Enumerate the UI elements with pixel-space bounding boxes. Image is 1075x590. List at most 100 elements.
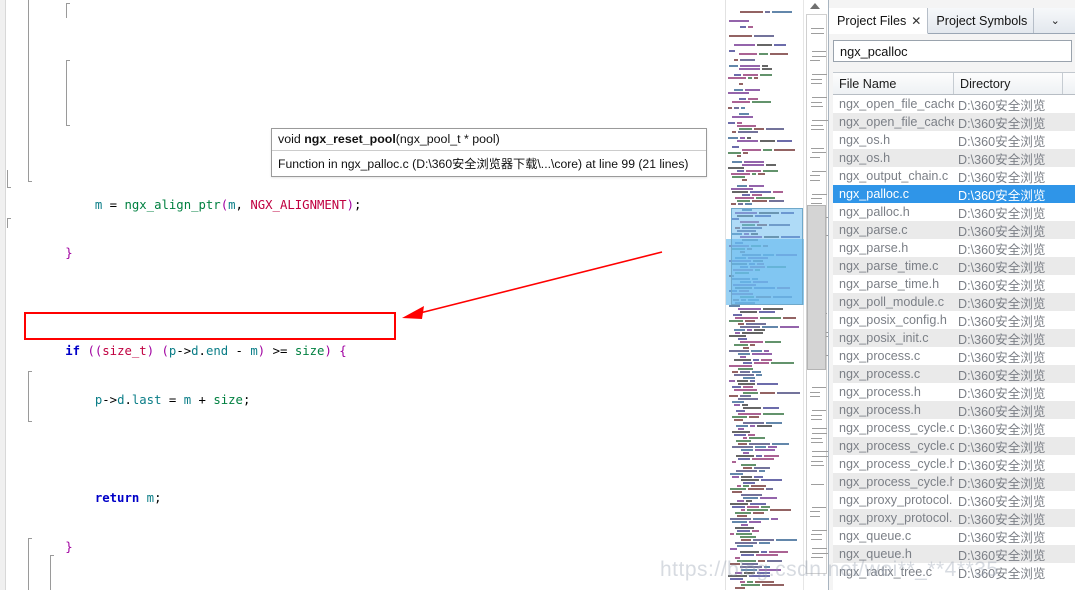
- table-row[interactable]: ngx_open_file_cache D:\360安全浏览: [833, 95, 1075, 113]
- minimap-code-line: [743, 437, 747, 439]
- directory-cell: D:\360安全浏览: [958, 440, 1046, 455]
- minimap-code-line: [734, 434, 746, 436]
- table-row[interactable]: ngx_process.h D:\360安全浏览: [833, 401, 1075, 419]
- table-row[interactable]: ngx_queue.h D:\360安全浏览: [833, 545, 1075, 563]
- table-row[interactable]: ngx_proxy_protocol. D:\360安全浏览: [833, 509, 1075, 527]
- table-row[interactable]: ngx_os.h D:\360安全浏览: [833, 131, 1075, 149]
- minimap-code-line: [734, 107, 739, 109]
- table-row[interactable]: ngx_process.h D:\360安全浏览: [833, 383, 1075, 401]
- minimap-code-line: [754, 35, 774, 37]
- minimap-code-line: [754, 128, 764, 130]
- minimap-code-line: [752, 353, 772, 355]
- minimap-code-line: [739, 83, 743, 85]
- minimap-code-line: [742, 404, 748, 406]
- directory-cell: D:\360安全浏览: [958, 134, 1046, 149]
- table-row[interactable]: ngx_output_chain.c D:\360安全浏览: [833, 167, 1075, 185]
- tab-project-files[interactable]: Project Files ✕: [829, 8, 929, 34]
- minimap-code-line: [760, 74, 772, 76]
- minimap-viewport-indicator[interactable]: [731, 208, 803, 305]
- table-row[interactable]: ngx_queue.c D:\360安全浏览: [833, 527, 1075, 545]
- column-header-file-name[interactable]: File Name: [833, 73, 954, 94]
- scrollbar-tick: [812, 506, 826, 508]
- table-row[interactable]: ngx_open_file_cache D:\360安全浏览: [833, 113, 1075, 131]
- scrollbar-thumb[interactable]: [807, 205, 826, 370]
- table-row[interactable]: ngx_proxy_protocol. D:\360安全浏览: [833, 491, 1075, 509]
- minimap-code-line: [735, 527, 754, 529]
- table-row[interactable]: ngx_process.c D:\360安全浏览: [833, 365, 1075, 383]
- tab-project-symbols[interactable]: Project Symbols: [928, 8, 1035, 33]
- file-name-cell: ngx_process_cycle.c: [839, 439, 954, 453]
- file-name-cell: ngx_process.c: [839, 367, 921, 381]
- table-row[interactable]: ngx_parse.c D:\360安全浏览: [833, 221, 1075, 239]
- minimap-code-line: [737, 200, 750, 202]
- table-row[interactable]: ngx_radix_tree.c D:\360安全浏览: [833, 563, 1075, 581]
- minimap-code-line: [739, 68, 760, 70]
- table-row[interactable]: ngx_process_cycle.c D:\360安全浏览: [833, 437, 1075, 455]
- minimap-code-line: [738, 413, 761, 415]
- file-list[interactable]: ngx_open_file_cache D:\360安全浏览 ngx_open_fi…: [833, 95, 1075, 590]
- scrollbar-tick: [811, 106, 823, 108]
- minimap-code-line: [738, 203, 743, 205]
- code-minimap[interactable]: [725, 0, 828, 590]
- minimap-scrollbar[interactable]: [803, 0, 828, 590]
- table-row[interactable]: ngx_os.h D:\360安全浏览: [833, 149, 1075, 167]
- table-row[interactable]: ngx_process_cycle.h D:\360安全浏览: [833, 455, 1075, 473]
- minimap-code-line: [732, 101, 750, 103]
- directory-cell: D:\360安全浏览: [958, 332, 1046, 347]
- minimap-code-line: [757, 383, 778, 385]
- minimap-code-line: [748, 434, 755, 436]
- minimap-code-line: [765, 341, 781, 343]
- table-row[interactable]: ngx_poll_module.c D:\360安全浏览: [833, 293, 1075, 311]
- table-row[interactable]: ngx_parse_time.h D:\360安全浏览: [833, 275, 1075, 293]
- minimap-code-line: [751, 350, 762, 352]
- table-row[interactable]: ngx_posix_init.c D:\360安全浏览: [833, 329, 1075, 347]
- minimap-code-line: [760, 317, 781, 319]
- table-row[interactable]: ngx_palloc.h D:\360安全浏览: [833, 203, 1075, 221]
- table-row[interactable]: ngx_process_cycle.c D:\360安全浏览: [833, 419, 1075, 437]
- chevron-down-icon[interactable]: ⌄: [1034, 8, 1075, 33]
- minimap-code-line: [748, 77, 752, 79]
- file-name-cell: ngx_posix_config.h: [839, 313, 947, 327]
- close-icon[interactable]: ✕: [911, 15, 921, 27]
- minimap-code-line: [730, 503, 748, 505]
- file-name-cell: ngx_palloc.c: [839, 187, 910, 201]
- code-editor[interactable]: m = ngx_align_ptr(m, NGX_ALIGNMENT); } i…: [0, 0, 725, 590]
- minimap-code-line: [740, 326, 760, 328]
- search-input[interactable]: [834, 41, 1071, 61]
- minimap-code-line: [760, 497, 777, 499]
- file-name-cell: ngx_open_file_cache: [839, 97, 954, 111]
- column-header-directory[interactable]: Directory: [954, 73, 1063, 94]
- scroll-up-arrow-icon[interactable]: [810, 3, 820, 9]
- minimap-code-line: [732, 521, 747, 523]
- file-list-header: File Name Directory: [833, 72, 1075, 95]
- table-row[interactable]: ngx_process_cycle.h D:\360安全浏览: [833, 473, 1075, 491]
- minimap-code-line: [751, 485, 766, 487]
- directory-cell: D:\360安全浏览: [958, 566, 1046, 581]
- minimap-code-line: [766, 488, 773, 490]
- minimap-code-line: [759, 470, 765, 472]
- scrollbar-tick: [812, 387, 826, 388]
- column-header-spacer: [1063, 73, 1075, 94]
- source-code-view[interactable]: m = ngx_align_ptr(m, NGX_ALIGNMENT); } i…: [6, 0, 725, 590]
- minimap-code-line: [763, 407, 779, 409]
- directory-cell: D:\360安全浏览: [958, 116, 1046, 131]
- directory-cell: D:\360安全浏览: [958, 314, 1046, 329]
- table-row[interactable]: ngx_process.c D:\360安全浏览: [833, 347, 1075, 365]
- minimap-code-line: [748, 488, 764, 490]
- scrollbar-tick: [810, 157, 820, 158]
- scrollbar-tick: [812, 193, 827, 195]
- scrollbar-tick: [812, 120, 828, 122]
- minimap-code-line: [747, 581, 753, 583]
- table-row[interactable]: ngx_palloc.c D:\360安全浏览: [833, 185, 1075, 203]
- minimap-code-line: [747, 506, 759, 508]
- table-row[interactable]: ngx_posix_config.h D:\360安全浏览: [833, 311, 1075, 329]
- panel-search-box[interactable]: [833, 40, 1072, 62]
- table-row[interactable]: ngx_parse_time.c D:\360安全浏览: [833, 257, 1075, 275]
- table-row[interactable]: ngx_parse.h D:\360安全浏览: [833, 239, 1075, 257]
- minimap-code-line: [771, 362, 794, 364]
- minimap-code-line: [740, 356, 746, 358]
- minimap-code-line: [755, 581, 774, 583]
- minimap-code-line: [735, 557, 740, 559]
- fold-guide: [66, 60, 70, 126]
- minimap-code-line: [744, 161, 764, 163]
